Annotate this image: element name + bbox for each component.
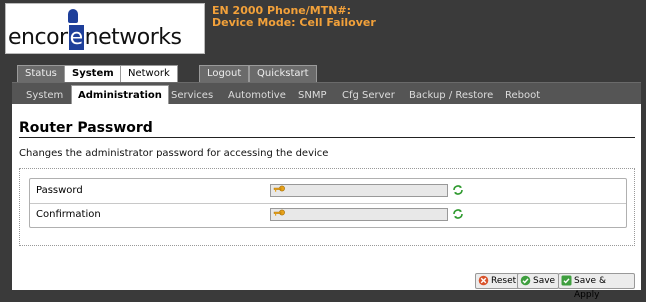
reset-icon [478,275,489,286]
tab-system[interactable]: System [64,65,122,82]
password-fieldset: Password Confirmation [19,168,635,246]
save-button-label: Save [533,276,556,286]
password-input[interactable] [270,184,448,197]
logo-exclamation-mark [68,9,78,23]
password-label: Password [36,185,83,196]
brand-logo: encorenetworks [5,3,205,54]
tab-logout[interactable]: Logout [199,65,250,82]
logo-text-part2: networks [84,25,182,50]
subtab-backup-restore[interactable]: Backup / Restore [405,86,497,105]
password-field-table: Password Confirmation [29,178,627,228]
subtab-snmp[interactable]: SNMP [294,86,331,105]
device-mode: Device Mode: Cell Failover [212,16,376,29]
logo-text-part1: encor [8,25,68,50]
password-row: Password [30,179,626,204]
title-divider [19,137,635,138]
reveal-password-icon[interactable] [452,184,464,196]
confirmation-input[interactable] [270,208,448,221]
device-info: EN 2000 Phone/MTN#: Device Mode: Cell Fa… [212,5,376,29]
subtab-reboot[interactable]: Reboot [501,86,544,105]
subtab-automotive[interactable]: Automotive [224,86,290,105]
page-title: Router Password [19,120,153,136]
page-description: Changes the administrator password for a… [19,148,329,159]
form-actions: Reset Save Save & Apply [475,273,635,300]
save-icon [520,275,531,286]
tab-network[interactable]: Network [120,65,178,82]
logo-text: encorenetworks [8,25,182,50]
subtab-services[interactable]: Services [167,86,217,105]
confirmation-label: Confirmation [36,209,101,220]
sub-tab-bar: System Administration Services Automotiv… [12,82,641,106]
save-apply-button-label: Save & Apply [574,276,606,300]
subtab-system[interactable]: System [22,86,67,105]
save-button[interactable]: Save [517,273,560,289]
save-apply-button[interactable]: Save & Apply [558,273,635,300]
subtab-cfg-server[interactable]: Cfg Server [338,86,399,105]
reveal-password-icon[interactable] [452,208,464,220]
confirmation-row: Confirmation [30,203,626,227]
reset-button[interactable]: Reset [475,273,521,289]
save-apply-icon [561,275,572,286]
key-icon [273,185,285,192]
key-icon [273,209,285,216]
content-panel: Router Password Changes the administrato… [12,104,641,300]
subtab-administration[interactable]: Administration [71,85,169,106]
tab-quickstart[interactable]: Quickstart [249,65,317,82]
tab-status[interactable]: Status [17,65,65,82]
logo-text-e: e [68,25,84,50]
reset-button-label: Reset [491,276,517,286]
